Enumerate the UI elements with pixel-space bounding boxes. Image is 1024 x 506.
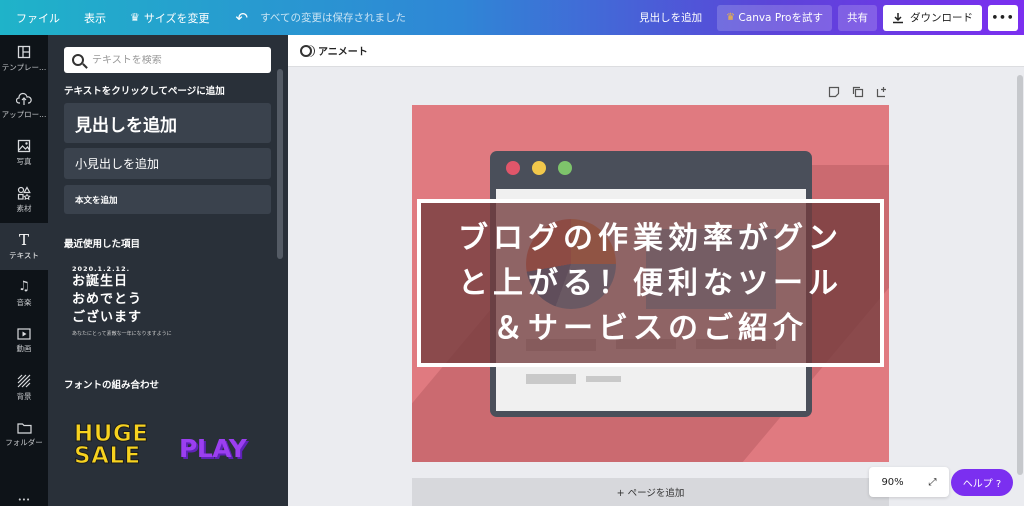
upload-icon [16, 92, 32, 105]
recent-line: おめでとう [72, 292, 143, 307]
template-icon [17, 45, 31, 58]
rail-item-elements[interactable]: 素材 [0, 176, 48, 223]
video-icon [17, 327, 31, 340]
background-icon [17, 374, 31, 387]
section-fonts-label: フォントの組み合わせ [64, 380, 160, 391]
view-menu-label: 表示 [84, 11, 106, 25]
editor-area: アニメート ブログの作業効率がグン と上がる！便利なツール ＆サービスのご紹介 … [288, 35, 1024, 506]
rail-item-label: 動画 [16, 343, 32, 353]
font-combo-play[interactable]: PLAY [179, 434, 247, 463]
huge-text: HUGE [74, 421, 149, 447]
top-bar-right: 見出しを追加 ♛ Canva Proを試す 共有 ダウンロード ••• [630, 0, 1024, 35]
editor-scrollbar[interactable] [1016, 71, 1024, 479]
folder-icon [16, 422, 32, 434]
section-add-text-label: テキストをクリックしてページに追加 [64, 86, 225, 97]
rail-item-folder[interactable]: フォルダー [0, 411, 48, 458]
view-menu[interactable]: 表示 [72, 0, 118, 35]
recent-date: 2020.1.2.12. [72, 265, 131, 273]
rail-item-uploads[interactable]: アップロー... [0, 82, 48, 129]
elements-icon [17, 185, 31, 200]
download-button[interactable]: ダウンロード [883, 4, 982, 31]
add-subheading-button[interactable]: 小見出しを追加 [64, 148, 271, 179]
crown-icon: ♛ [726, 12, 736, 23]
file-menu-label: ファイル [16, 11, 60, 25]
rail-item-label: 背景 [16, 391, 32, 401]
panel-scrollbar[interactable] [277, 69, 283, 259]
photo-icon [17, 139, 31, 152]
rail-item-video[interactable]: 動画 [0, 317, 48, 364]
resize-label: サイズを変更 [143, 11, 210, 25]
text-panel: テキストをクリックしてページに追加 見出しを追加 小見出しを追加 本文を追加 最… [48, 35, 288, 506]
design-canvas[interactable]: ブログの作業効率がグン と上がる！便利なツール ＆サービスのご紹介 [412, 105, 889, 462]
rail-item-label: 音楽 [16, 297, 32, 307]
editor-scroll-thumb[interactable] [1017, 75, 1023, 475]
top-bar-left: ファイル 表示 ♛ サイズを変更 ↶ すべての変更は保存されました [0, 0, 406, 35]
add-page-button[interactable]: + ページを追加 [412, 478, 889, 506]
zoom-control: 90% ⤢ [869, 467, 949, 497]
add-page-icon[interactable] [876, 86, 888, 98]
recent-small: あなたにとって素敵な一年になりますように [72, 331, 172, 337]
download-label: ダウンロード [910, 12, 973, 24]
undo-icon[interactable]: ↶ [222, 0, 257, 35]
saved-status: すべての変更は保存されました [260, 12, 406, 24]
rail-item-label: テキスト [9, 250, 39, 260]
rail-item-label: 素材 [16, 203, 32, 213]
music-icon: ♫ [18, 278, 30, 294]
animate-button[interactable]: アニメート [318, 43, 368, 58]
zoom-level[interactable]: 90% [881, 477, 903, 488]
rail-item-label: テンプレー... [1, 62, 47, 72]
add-heading-text-button[interactable]: 見出しを追加 [64, 103, 271, 143]
recent-text-item[interactable]: 2020.1.2.12. お誕生日 おめでとう ございます あなたにとって素敵な… [72, 265, 172, 337]
recent-line: ございます [72, 310, 143, 325]
title-overlay[interactable]: ブログの作業効率がグン と上がる！便利なツール ＆サービスのご紹介 [417, 199, 884, 367]
page-tools [828, 86, 888, 98]
help-button[interactable]: ヘルプ ? [951, 469, 1013, 496]
fullscreen-icon[interactable]: ⤢ [929, 477, 937, 488]
side-rail: テンプレー... アップロー... 写真 素材 T テキスト ♫ 音楽 動画 背… [0, 35, 48, 506]
browser-dot-yellow [532, 161, 546, 175]
try-pro-button[interactable]: ♛ Canva Proを試す [717, 4, 832, 31]
text-icon: T [18, 230, 29, 249]
top-bar: ファイル 表示 ♛ サイズを変更 ↶ すべての変更は保存されました 見出しを追加 … [0, 0, 1024, 35]
title-line: ブログの作業効率がグン [458, 220, 843, 256]
share-button[interactable]: 共有 [838, 4, 877, 31]
rail-item-music[interactable]: ♫ 音楽 [0, 270, 48, 317]
search-icon [72, 54, 84, 66]
rail-item-label: フォルダー [5, 437, 43, 447]
recent-line: お誕生日 [72, 274, 129, 289]
title-line: ＆サービスのご紹介 [493, 310, 808, 346]
add-heading-button[interactable]: 見出しを追加 [630, 5, 711, 31]
rail-item-background[interactable]: 背景 [0, 364, 48, 411]
file-menu[interactable]: ファイル [0, 0, 72, 35]
rail-item-label: アップロー... [1, 109, 47, 119]
add-body-text-button[interactable]: 本文を追加 [64, 185, 271, 214]
browser-dot-red [506, 161, 520, 175]
placeholder-block [526, 374, 576, 384]
note-icon[interactable] [828, 86, 840, 98]
duplicate-icon[interactable] [852, 86, 864, 98]
animate-icon [300, 44, 312, 57]
search-box[interactable] [64, 47, 271, 73]
more-options-button[interactable]: ••• [988, 4, 1018, 31]
font-combo-huge-sale[interactable]: HUGE SALE [74, 421, 149, 469]
rail-item-templates[interactable]: テンプレー... [0, 35, 48, 82]
rail-item-text[interactable]: T テキスト [0, 223, 48, 270]
placeholder-block [586, 376, 621, 382]
resize-button[interactable]: ♛ サイズを変更 [118, 0, 222, 35]
animation-toolbar: アニメート [288, 35, 1024, 67]
sale-text: SALE [74, 443, 141, 469]
section-recent-label: 最近使用した項目 [64, 239, 141, 250]
try-pro-label: Canva Proを試す [738, 12, 823, 24]
rail-item-photos[interactable]: 写真 [0, 129, 48, 176]
rail-more-icon[interactable]: ••• [0, 496, 48, 504]
browser-dot-green [558, 161, 572, 175]
search-input[interactable] [92, 54, 262, 66]
title-line: と上がる！便利なツール [458, 265, 843, 301]
crown-icon: ♛ [130, 11, 140, 24]
rail-item-label: 写真 [16, 156, 32, 166]
download-icon [893, 12, 903, 23]
